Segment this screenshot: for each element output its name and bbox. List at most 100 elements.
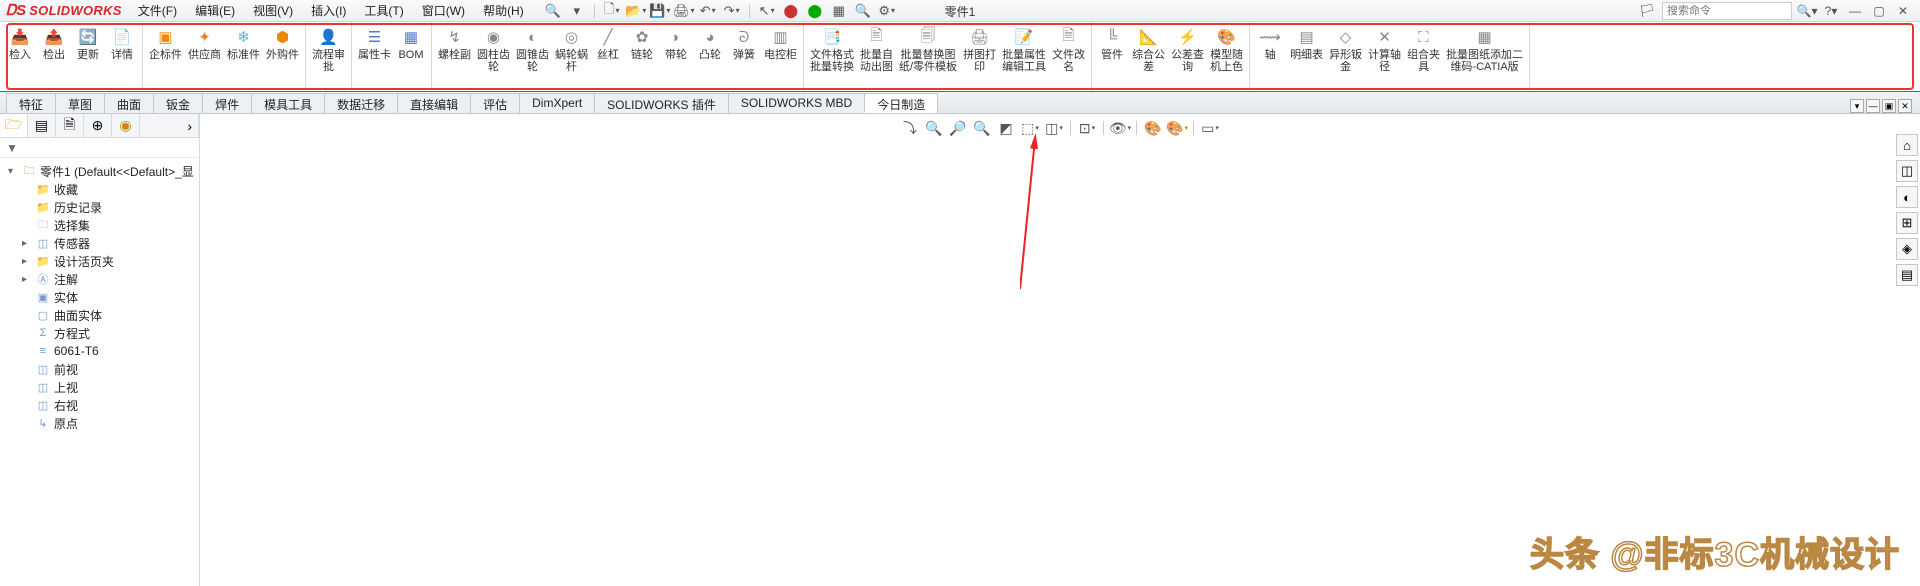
task-pane-tab[interactable]: ◐ xyxy=(1896,186,1918,208)
feature-manager-tab[interactable]: 🗁 xyxy=(0,114,28,137)
ribbon-button[interactable]: ◇异形钣 金 xyxy=(1326,24,1365,91)
task-pane-tab[interactable]: ▤ xyxy=(1896,264,1918,286)
tree-node[interactable]: Σ方程式 xyxy=(2,324,197,342)
redo-icon[interactable]: ↷▾ xyxy=(723,3,741,19)
search-icon[interactable]: 🔍 xyxy=(544,3,562,19)
ribbon-button[interactable]: ▤明细表 xyxy=(1287,24,1326,91)
save-icon[interactable]: 💾▾ xyxy=(651,3,669,19)
ribbon-button[interactable]: 📥检入 xyxy=(3,24,37,91)
ribbon-button[interactable]: ▦BOM xyxy=(394,24,428,91)
dimxpert-tab[interactable]: ⊕ xyxy=(84,114,112,137)
tab-menu-icon[interactable]: ▾ xyxy=(1850,99,1864,113)
tree-node[interactable]: 🗀选择集 xyxy=(2,216,197,234)
tab[interactable]: 草图 xyxy=(55,93,105,113)
menu-item[interactable]: 窗口(W) xyxy=(416,0,471,21)
ribbon-button[interactable]: ✿链轮 xyxy=(625,24,659,91)
tab-restore-icon[interactable]: ▣ xyxy=(1882,99,1896,113)
ribbon-button[interactable]: 🔄更新 xyxy=(71,24,105,91)
tree-node[interactable]: ▢曲面实体 xyxy=(2,306,197,324)
undo-icon[interactable]: ↶▾ xyxy=(699,3,717,19)
tab-close-icon[interactable]: ✕ xyxy=(1898,99,1912,113)
tree-root[interactable]: ▾ 🗀 零件1 (Default<<Default>_显 xyxy=(2,162,197,180)
task-pane-tab[interactable]: ◫ xyxy=(1896,160,1918,182)
ribbon-button[interactable]: ✕计算轴 径 xyxy=(1365,24,1404,91)
record-off-icon[interactable]: ⬤ xyxy=(782,3,800,19)
tree-node[interactable]: ◫前视 xyxy=(2,360,197,378)
ribbon-button[interactable]: ⟿轴 xyxy=(1253,24,1287,91)
ribbon-button[interactable]: ❄标准件 xyxy=(224,24,263,91)
hide-show-icon[interactable]: ⊡▾ xyxy=(1077,118,1097,138)
tab[interactable]: SOLIDWORKS 插件 xyxy=(594,93,729,113)
menu-item[interactable]: 编辑(E) xyxy=(189,0,241,21)
ribbon-button[interactable]: 🗎文件改 名 xyxy=(1049,24,1088,91)
tree-node[interactable]: ▸◫传感器 xyxy=(2,234,197,252)
close-icon[interactable]: ✕ xyxy=(1894,3,1912,19)
tab[interactable]: 钣金 xyxy=(153,93,203,113)
ribbon-button[interactable]: 🗐批量替换图 纸/零件模板 xyxy=(896,24,960,91)
tab[interactable]: 数据迁移 xyxy=(324,93,398,113)
tab[interactable]: 直接编辑 xyxy=(397,93,471,113)
ribbon-button[interactable]: ◉圆柱齿 轮 xyxy=(474,24,513,91)
ribbon-button[interactable]: ⛶组合夹 具 xyxy=(1404,24,1443,91)
search-dropdown-icon[interactable]: 🔍▾ xyxy=(1798,3,1816,19)
rebuild-icon[interactable]: ▦ xyxy=(830,3,848,19)
task-pane-tab[interactable]: ◈ xyxy=(1896,238,1918,260)
display-manager-tab[interactable]: ◉ xyxy=(112,114,140,137)
zoom-fit-icon[interactable]: 🔍 xyxy=(924,118,944,138)
ribbon-button[interactable]: ╚管件 xyxy=(1095,24,1129,91)
command-search[interactable] xyxy=(1662,2,1792,20)
tab[interactable]: 曲面 xyxy=(104,93,154,113)
expand-panel-icon[interactable]: › xyxy=(140,114,199,137)
zoom-area-icon[interactable]: 🔎 xyxy=(948,118,968,138)
record-on-icon[interactable]: ⬤ xyxy=(806,3,824,19)
view-settings-icon[interactable]: 🎨▾ xyxy=(1167,118,1187,138)
filter-bar[interactable]: ▼ xyxy=(0,138,199,158)
expand-icon[interactable]: ▸ xyxy=(22,274,32,285)
ribbon-button[interactable]: 📄详情 xyxy=(105,24,139,91)
ribbon-button[interactable]: ▣企标件 xyxy=(146,24,185,91)
menu-item[interactable]: 工具(T) xyxy=(358,0,409,21)
ribbon-button[interactable]: 📝批量属性 编辑工具 xyxy=(999,24,1049,91)
ribbon-button[interactable]: ᘐ弹簧 xyxy=(727,24,761,91)
tree-node[interactable]: 📁收藏 xyxy=(2,180,197,198)
ribbon-button[interactable]: ✦供应商 xyxy=(185,24,224,91)
ribbon-button[interactable]: ⚡公差查 询 xyxy=(1168,24,1207,91)
section-view-icon[interactable]: ◩ xyxy=(996,118,1016,138)
menu-item[interactable]: 帮助(H) xyxy=(477,0,530,21)
minimize-icon[interactable]: — xyxy=(1846,3,1864,19)
ribbon-button[interactable]: 👤流程审 批 xyxy=(309,24,348,91)
ribbon-button[interactable]: ╱丝杠 xyxy=(591,24,625,91)
ribbon-button[interactable]: ◕凸轮 xyxy=(693,24,727,91)
tree-node[interactable]: ▣实体 xyxy=(2,288,197,306)
ribbon-button[interactable]: 🖹批量自 动出图 xyxy=(857,24,896,91)
tab[interactable]: SOLIDWORKS MBD xyxy=(728,93,865,113)
print-icon[interactable]: 🖨▾ xyxy=(675,3,693,19)
open-file-icon[interactable]: 📂▾ xyxy=(627,3,645,19)
menu-item[interactable]: 视图(V) xyxy=(247,0,299,21)
expand-icon[interactable]: ▸ xyxy=(22,238,32,249)
ribbon-button[interactable]: 📐综合公 差 xyxy=(1129,24,1168,91)
expand-icon[interactable]: ▸ xyxy=(22,256,32,267)
expand-icon[interactable]: ▾ xyxy=(568,3,586,19)
tree-node[interactable]: ↳原点 xyxy=(2,414,197,432)
tree-node[interactable]: 📁历史记录 xyxy=(2,198,197,216)
collapse-icon[interactable]: ▾ xyxy=(8,166,18,177)
ribbon-button[interactable]: ↯螺栓副 xyxy=(435,24,474,91)
search-input[interactable] xyxy=(1667,5,1787,17)
ribbon-button[interactable]: 📤检出 xyxy=(37,24,71,91)
ribbon-button[interactable]: ◗带轮 xyxy=(659,24,693,91)
ribbon-button[interactable]: ▦批量图纸添加二 维码-CATIA版 xyxy=(1443,24,1526,91)
select-icon[interactable]: ↖▾ xyxy=(758,3,776,19)
ribbon-button[interactable]: ◎蜗轮蜗 杆 xyxy=(552,24,591,91)
help-icon[interactable]: ?▾ xyxy=(1822,3,1840,19)
tree-node[interactable]: ≡6061-T6 xyxy=(2,342,197,360)
tree-node[interactable]: ◫右视 xyxy=(2,396,197,414)
tree-node[interactable]: ▸Ⓐ注解 xyxy=(2,270,197,288)
tab[interactable]: 评估 xyxy=(470,93,520,113)
property-manager-tab[interactable]: ▤ xyxy=(28,114,56,137)
new-file-icon[interactable]: 🗋▾ xyxy=(603,3,621,19)
display-state-icon[interactable]: ▭▾ xyxy=(1200,118,1220,138)
ribbon-button[interactable]: ◐圆锥齿 轮 xyxy=(513,24,552,91)
settings-icon[interactable]: ⚙▾ xyxy=(878,3,896,19)
tab[interactable]: 今日制造 xyxy=(864,93,938,113)
